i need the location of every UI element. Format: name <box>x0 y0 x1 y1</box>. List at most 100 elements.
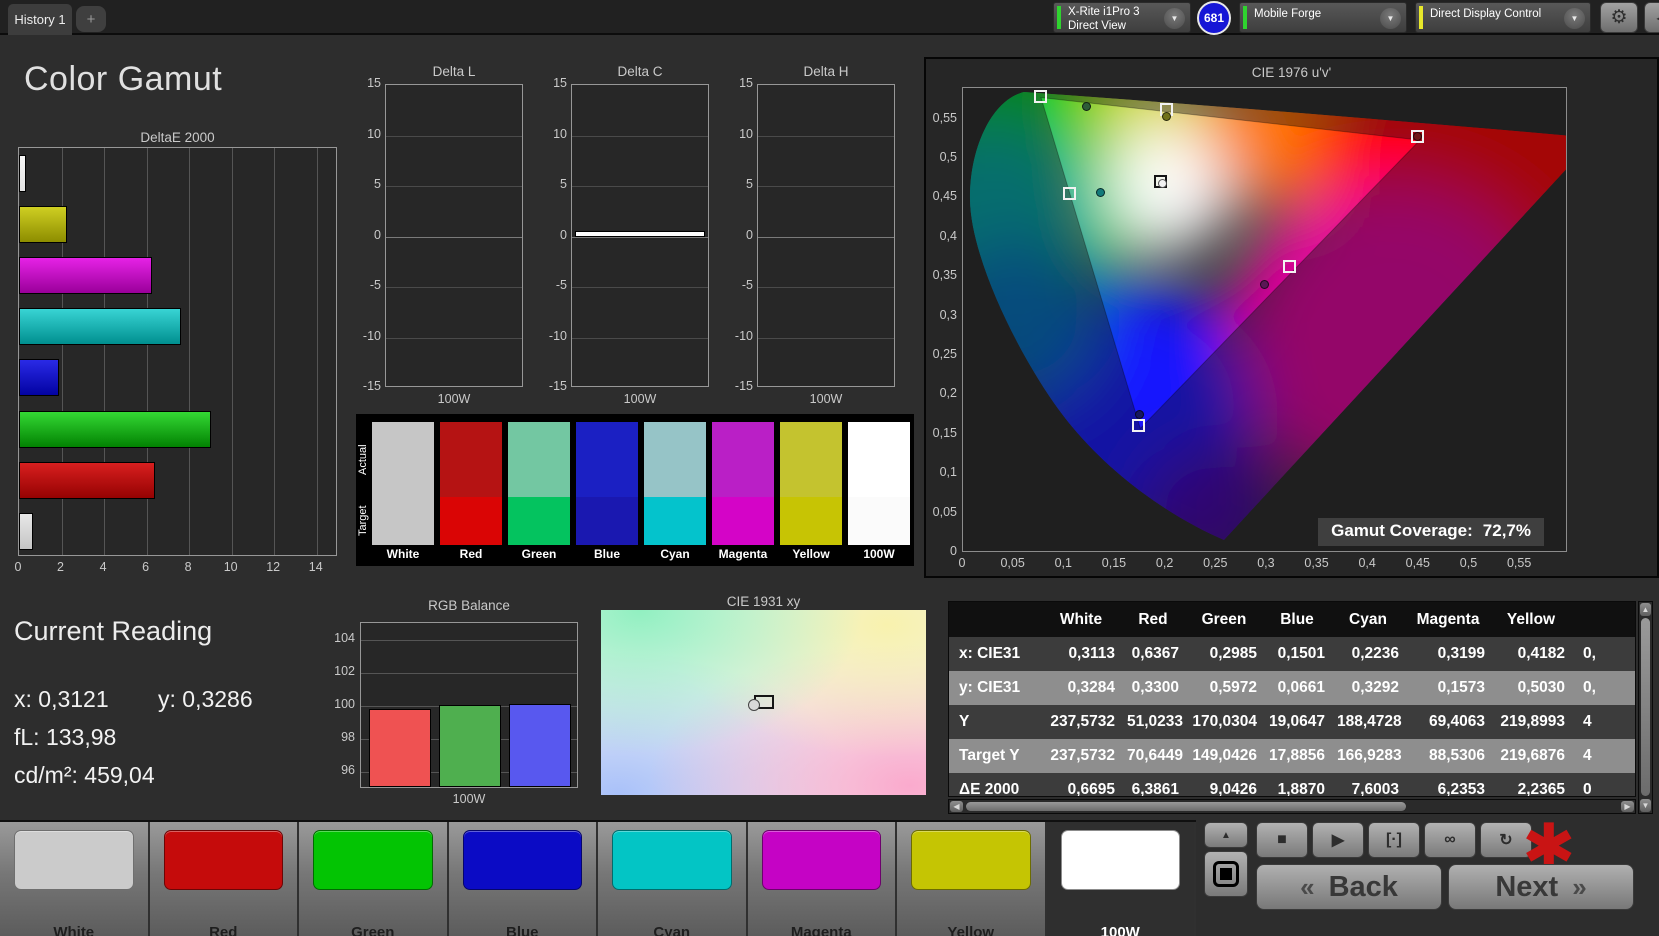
actual-swatch-Red <box>440 422 502 497</box>
cell-Blue: 0,1501 <box>1277 645 1325 662</box>
delta-xlabel: 100W <box>437 392 471 406</box>
deltae-xtick: 0 <box>14 560 22 574</box>
cie-ytick: 0,2 <box>939 386 957 401</box>
next-button[interactable]: Next » <box>1448 864 1634 910</box>
cell-Cyan: 7,6003 <box>1351 781 1399 797</box>
swatch-label-Green: Green <box>521 547 557 561</box>
cell-White: 237,5732 <box>1050 713 1115 730</box>
meter-dropdown[interactable]: X-Rite i1Pro 3 Direct View ▼ <box>1053 2 1191 33</box>
cie-1976-panel: CIE 1976 u'v' Gamut Coverage: 72,7% 0,55… <box>924 57 1659 578</box>
patch-button-100W[interactable]: 100W <box>1046 822 1196 936</box>
patch-button-Cyan[interactable]: Cyan <box>598 822 748 936</box>
deltae-bar-White <box>19 512 34 550</box>
patch-button-Magenta[interactable]: Magenta <box>747 822 897 936</box>
gridline <box>189 148 191 555</box>
cell-Yellow: 0,4182 <box>1517 645 1565 662</box>
ytick-label: -5 <box>555 278 567 292</box>
table-row-x-CIE31[interactable]: x: CIE31 0,3113 0,6367 0,2985 0,1501 0,2236 0,… <box>949 637 1635 671</box>
ytick-label: 5 <box>746 177 753 191</box>
gridline <box>386 236 522 238</box>
collapse-up-button[interactable]: ▲ <box>1204 822 1248 848</box>
table-row-Y[interactable]: Y 237,5732 51,0233 170,0304 19,0647 188,4728 6… <box>949 705 1635 739</box>
patch-label: Red <box>209 924 238 936</box>
cie-xtick: 0 <box>958 556 966 570</box>
column-header-White: White <box>1059 610 1103 628</box>
range-icon[interactable]: [·] <box>1368 822 1420 858</box>
gear-icon[interactable]: ⚙ <box>1600 2 1638 33</box>
cell-White: 0,3284 <box>1067 679 1115 696</box>
patch-button-Green[interactable]: Green <box>299 822 449 936</box>
cell-Green: 9,0426 <box>1209 781 1257 797</box>
patch-label: Green <box>351 924 395 936</box>
actual-target-swatch-panel: Actual Target White Red Green Blue Cyan Magenta… <box>356 414 914 566</box>
cell-Red: 0,6367 <box>1131 645 1179 662</box>
patch-button-Red[interactable]: Red <box>149 822 299 936</box>
scroll-left-icon[interactable]: ◀ <box>950 801 963 812</box>
cie-ytick: 0,4 <box>939 228 957 243</box>
deltae-xtick: 4 <box>99 560 107 574</box>
target-row-label: Target <box>357 505 369 537</box>
patch-button-Yellow[interactable]: Yellow <box>897 822 1047 936</box>
cell-Cyan: 0,2236 <box>1351 645 1399 662</box>
table-vertical-scrollbar[interactable]: ▲ ▼ <box>1638 601 1653 814</box>
table-row-Target-Y[interactable]: Target Y 237,5732 70,6449 149,0426 17,8856 16… <box>949 739 1635 773</box>
patch-button-White[interactable]: White <box>0 822 150 936</box>
gridline <box>572 186 708 187</box>
gridline <box>758 135 894 137</box>
hscroll-thumb[interactable] <box>966 802 1406 811</box>
stop-icon[interactable]: ■ <box>1256 822 1308 858</box>
display-control-dropdown[interactable]: Direct Display Control ▼ <box>1415 2 1591 33</box>
cie-1931-title: CIE 1931 xy <box>726 594 801 609</box>
cell-clipped: 0, <box>1583 679 1596 696</box>
tab-history-1[interactable]: History 1 <box>8 4 72 35</box>
column-header-Magenta: Magenta <box>1416 610 1480 628</box>
pattern-accent-bar <box>1243 6 1247 29</box>
vscroll-thumb[interactable] <box>1641 618 1650 796</box>
cie-xtick: 0,4 <box>1358 556 1376 570</box>
table-row-y-CIE31[interactable]: y: CIE31 0,3284 0,3300 0,5972 0,0661 0,3292 0,… <box>949 671 1635 705</box>
ytick-label: 0 <box>560 227 567 242</box>
play-icon[interactable]: ▶ <box>1312 822 1364 858</box>
gridline <box>758 236 894 238</box>
patch-label: Cyan <box>653 924 691 936</box>
cie-x-axis-labels: 0 0,05 0,1 0,15 0,2 0,25 0,3 0,35 0,4 0,45 0,5 0,55 <box>926 556 1659 572</box>
table-row-ΔE-2000[interactable]: ΔE 2000 0,6695 6,3861 9,0426 1,8870 7,6003 6,2… <box>949 773 1635 797</box>
patch-selector-strip: White Red Green Blue Cyan Magenta Yellow 100W <box>0 820 1196 936</box>
target-square-green <box>1033 90 1047 104</box>
rgb-ytick: 104 <box>334 630 355 645</box>
swatch-label-Cyan: Cyan <box>660 547 690 561</box>
ytick-label: -10 <box>548 328 567 343</box>
patch-label: 100W <box>1100 924 1140 936</box>
cie-xtick: 0,3 <box>1257 556 1275 570</box>
target-swatch-Cyan <box>644 497 706 545</box>
rgb-ytick: 102 <box>334 663 355 678</box>
chevron-down-icon[interactable]: ▼ <box>1380 8 1401 29</box>
chevron-down-icon[interactable]: ▼ <box>1164 8 1185 29</box>
actual-swatch-White <box>372 422 434 497</box>
ytick-label: -5 <box>741 278 753 292</box>
gridline <box>316 148 318 555</box>
scroll-right-icon[interactable]: ▶ <box>1621 801 1634 812</box>
collapse-panel-icon[interactable]: ◀ <box>1644 2 1659 33</box>
cie-ytick: 0,3 <box>939 307 957 322</box>
cell-Magenta: 0,3199 <box>1437 645 1485 662</box>
target-swatch-100W <box>848 497 910 545</box>
patch-button-Blue[interactable]: Blue <box>448 822 598 936</box>
scroll-up-icon[interactable]: ▲ <box>1640 603 1651 616</box>
cie-ytick: 0,5 <box>939 150 957 164</box>
back-button[interactable]: « Back <box>1256 864 1442 910</box>
chevron-down-icon[interactable]: ▼ <box>1564 8 1585 29</box>
measurement-table: White Red Green Blue Cyan Magenta Yellow x: CIE… <box>948 601 1636 797</box>
scroll-down-icon[interactable]: ▼ <box>1640 799 1651 812</box>
pattern-source-dropdown[interactable]: Mobile Forge ▼ <box>1239 2 1407 33</box>
swatch-label-Magenta: Magenta <box>718 547 768 561</box>
pattern-window-button[interactable] <box>1204 851 1248 897</box>
cell-Blue: 17,8856 <box>1269 747 1326 764</box>
cell-Red: 51,0233 <box>1127 713 1184 730</box>
patch-swatch-Yellow <box>911 830 1031 890</box>
row-label: Target Y <box>959 747 1020 764</box>
loop-icon[interactable]: ∞ <box>1424 822 1476 858</box>
patch-label: Yellow <box>947 924 995 936</box>
patch-swatch-White <box>14 830 134 890</box>
add-tab-button[interactable]: + <box>76 6 106 32</box>
